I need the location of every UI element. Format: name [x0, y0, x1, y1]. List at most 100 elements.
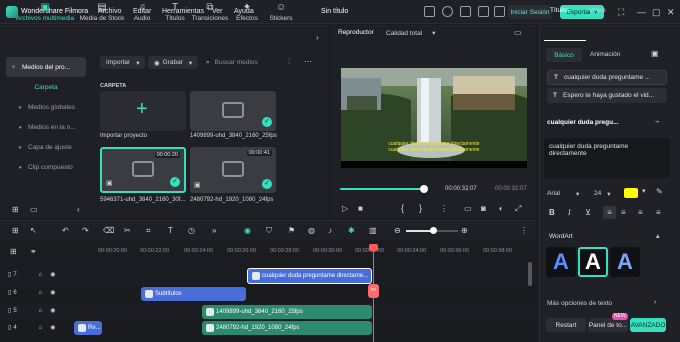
- wordart-preset[interactable]: A: [546, 247, 576, 277]
- maximize-icon[interactable]: ▢: [652, 7, 661, 18]
- media-thumb[interactable]: ✓: [190, 91, 276, 131]
- eye-icon[interactable]: ◉: [50, 307, 55, 314]
- eyedropper-icon[interactable]: ✎: [656, 187, 663, 196]
- subtitle-clip[interactable]: Subtítulos: [141, 287, 246, 301]
- tab-audio[interactable]: ♫ Audio: [124, 2, 160, 22]
- underline-icon[interactable]: ⊻: [585, 208, 591, 217]
- save-preset-icon[interactable]: ▣: [651, 49, 659, 58]
- media-thumb[interactable]: 00:00:41 ✓ ▣: [190, 147, 276, 193]
- align-left-icon[interactable]: ≡: [603, 206, 616, 219]
- delete-icon[interactable]: ⌫: [103, 226, 114, 235]
- tab-titulos[interactable]: T Títulos: [158, 2, 192, 22]
- lock-icon[interactable]: ⌂: [39, 290, 43, 296]
- wordart-preset-selected[interactable]: A: [578, 247, 608, 277]
- subtab-animacion[interactable]: Animación: [590, 51, 620, 58]
- video-clip[interactable]: Re...: [74, 321, 102, 335]
- login-button[interactable]: Iniciar Sesión: [508, 5, 552, 19]
- quality-dropdown[interactable]: Calidad total ▾: [386, 29, 435, 38]
- record-dropdown[interactable]: ◉ Grabar ▾: [148, 56, 199, 69]
- tab-efectos[interactable]: ✦ Efectos: [230, 2, 264, 22]
- redo-icon[interactable]: ↷: [82, 226, 89, 235]
- text-tool-icon[interactable]: T: [168, 226, 173, 235]
- playhead-handle[interactable]: [420, 185, 428, 193]
- sidebar-item-project-media[interactable]: Medios del pro...: [6, 57, 86, 77]
- chevron-right-icon[interactable]: ›: [316, 33, 319, 42]
- eye-icon[interactable]: ◉: [50, 271, 55, 278]
- snapshot-icon[interactable]: ▭: [514, 28, 522, 37]
- filter-icon[interactable]: ⫶: [288, 57, 290, 67]
- more-text-options[interactable]: Más opciones de texto: [547, 300, 612, 307]
- tab-stickers[interactable]: ☺ Stickers: [264, 2, 298, 22]
- split-screen-icon[interactable]: ▥: [369, 226, 377, 235]
- download-icon[interactable]: [494, 6, 505, 17]
- eye-icon[interactable]: ◉: [50, 324, 55, 331]
- tab-archivos-multimedia[interactable]: ▣ Archivos multimedia: [14, 2, 76, 22]
- add-track-icon[interactable]: ⊞: [10, 247, 17, 256]
- settings-icon[interactable]: ⋮: [440, 204, 448, 213]
- text-input[interactable]: cualquier duda preguntame directamente: [544, 138, 670, 178]
- layout-icon[interactable]: [424, 6, 435, 17]
- display-icon[interactable]: ▭: [464, 204, 472, 213]
- sidebar-item-compound-clip[interactable]: Clip compuesto: [6, 157, 86, 177]
- new-folder-icon[interactable]: ⊞: [12, 205, 19, 214]
- wordart-preset[interactable]: A: [610, 247, 640, 277]
- chevron-up-icon[interactable]: ▴: [656, 232, 660, 240]
- gift-icon[interactable]: [460, 6, 471, 17]
- chevron-right-icon[interactable]: ›: [654, 299, 656, 306]
- minimize-icon[interactable]: —: [637, 7, 646, 17]
- speed-icon[interactable]: ◷: [188, 226, 195, 235]
- sidebar-item-carpeta[interactable]: Carpeta: [6, 77, 86, 97]
- subtitle-overlay[interactable]: cualquier duda preguntame directamente c…: [341, 141, 527, 153]
- marker-icon[interactable]: ⚑: [288, 226, 295, 235]
- title-clip[interactable]: cualquier duda preguntame directame...: [247, 268, 372, 284]
- split-scissors-icon[interactable]: ✂: [368, 284, 379, 298]
- reset-button[interactable]: Restart: [546, 318, 586, 332]
- text-color-swatch[interactable]: [624, 188, 638, 198]
- stop-icon[interactable]: ■: [358, 204, 363, 213]
- select-icon[interactable]: ↖: [30, 226, 37, 235]
- video-preview[interactable]: cualquier duda preguntame directamente c…: [341, 68, 527, 168]
- sidebar-item-adjustment-layer[interactable]: Capa de ajuste: [6, 137, 86, 157]
- chevron-down-icon[interactable]: ▾: [642, 187, 646, 195]
- volume-icon[interactable]: ◖: [498, 204, 503, 213]
- eye-icon[interactable]: ◉: [50, 289, 55, 296]
- mic-icon[interactable]: ◍: [308, 226, 315, 235]
- cloud-icon[interactable]: [478, 6, 489, 17]
- subtab-basico[interactable]: Básico: [546, 48, 582, 62]
- text-item[interactable]: Espero te haya gustado el vid...: [547, 88, 667, 103]
- advanced-button[interactable]: AVANZADO: [630, 318, 666, 332]
- undo-icon[interactable]: ↶: [62, 226, 69, 235]
- tab-transiciones[interactable]: ⧉ Transiciones: [190, 2, 230, 22]
- fullscreen-toggle-icon[interactable]: ⤢: [515, 204, 521, 214]
- font-size-select[interactable]: 24 ▾: [594, 187, 620, 200]
- import-dropdown[interactable]: Importar ▾: [100, 56, 146, 69]
- close-icon[interactable]: ✕: [667, 7, 675, 18]
- video-clip[interactable]: 1409899-uhd_3840_2160_25fps: [202, 305, 372, 319]
- camera-icon[interactable]: ◙: [481, 204, 486, 213]
- mark-out-icon[interactable]: }: [419, 203, 422, 213]
- folder-open-icon[interactable]: ▭: [30, 205, 38, 214]
- lock-icon[interactable]: ⌂: [39, 272, 43, 278]
- more-icon[interactable]: ⋯: [304, 57, 312, 66]
- shield-icon[interactable]: ⛉: [266, 226, 272, 236]
- tab-titulos-props[interactable]: Títulos: [550, 7, 570, 14]
- fullscreen-icon[interactable]: ⛶: [618, 7, 624, 18]
- text-item[interactable]: cualquier duda preguntame ...: [547, 70, 667, 85]
- sidebar-item-global-media[interactable]: Medios globales: [6, 97, 86, 117]
- timeline-scrollbar[interactable]: [528, 262, 532, 286]
- video-clip[interactable]: 2480792-hd_1920_1080_24fps: [202, 321, 372, 335]
- magnet-icon[interactable]: ◉: [244, 226, 251, 235]
- player-tab[interactable]: Reproductor: [338, 29, 374, 36]
- edit-icon[interactable]: ⌁: [655, 117, 660, 126]
- align-center-icon[interactable]: ≡: [621, 208, 626, 217]
- italic-icon[interactable]: I: [568, 208, 571, 217]
- tab-media-de-stock[interactable]: ▤ Media de Stock: [78, 2, 126, 22]
- search-input[interactable]: ⌕ Buscar medios: [206, 56, 282, 69]
- zoom-handle[interactable]: [430, 227, 437, 234]
- zoom-out-icon[interactable]: ⊖: [394, 226, 401, 235]
- grid-icon[interactable]: ⊞: [12, 226, 19, 235]
- import-project-tile[interactable]: +: [100, 91, 186, 131]
- link-icon[interactable]: ⚭: [30, 247, 37, 256]
- mark-in-icon[interactable]: {: [401, 203, 404, 213]
- ai-icon[interactable]: ✱: [348, 226, 355, 235]
